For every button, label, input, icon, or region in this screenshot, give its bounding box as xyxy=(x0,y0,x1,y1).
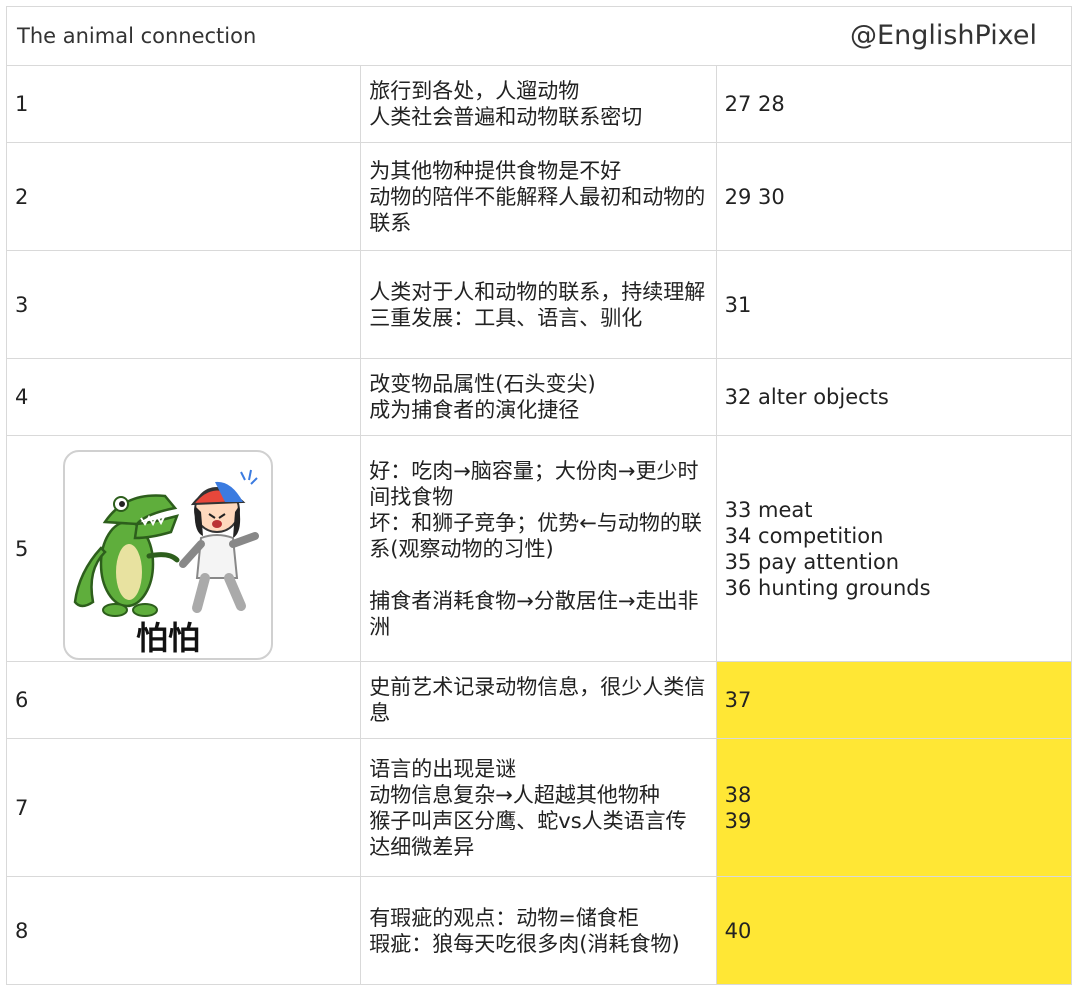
notes-cell: 为其他物种提供食物是不好 动物的陪伴不能解释人最初和动物的联系 xyxy=(360,142,717,251)
answers-cell-highlighted: 38 39 xyxy=(715,738,1073,877)
notes-sheet: The animal connection @EnglishPixel 1 旅行… xyxy=(5,6,1073,985)
answer-line: 34 competition xyxy=(724,523,884,548)
note-line: 旅行到各处，人遛动物 xyxy=(369,79,580,103)
row-number: 3 xyxy=(5,250,362,359)
note-line: 人类社会普遍和动物联系密切 xyxy=(369,105,643,129)
table-row: 6 史前艺术记录动物信息，很少人类信息 37 xyxy=(5,661,1073,739)
note-line: 好：吃肉→脑容量；大份肉→更少时间找食物 xyxy=(369,458,699,509)
crocodile-sticker-icon: 怕怕 xyxy=(63,450,273,660)
author-handle: @EnglishPixel xyxy=(850,20,1037,51)
answer-line: 36 hunting grounds xyxy=(724,575,931,600)
notes-cell: 旅行到各处，人遛动物 人类社会普遍和动物联系密切 xyxy=(360,65,717,143)
row-number: 2 xyxy=(5,142,362,251)
answer-line: 32 alter objects xyxy=(724,385,889,409)
answer-line: 33 meat xyxy=(724,497,813,522)
note-line: 瑕疵：狼每天吃很多肉(消耗食物) xyxy=(369,931,680,956)
answer-line: 37 xyxy=(724,688,752,712)
note-line: 人类对于人和动物的联系，持续理解 xyxy=(369,279,706,304)
title-cell: The animal connection @EnglishPixel xyxy=(6,6,1072,66)
notes-cell: 语言的出现是谜 动物信息复杂→人超越其他物种 猴子叫声区分鹰、蛇vs人类语言传达… xyxy=(360,738,717,877)
answers-cell: 33 meat 34 competition 35 pay attention … xyxy=(715,435,1073,662)
note-line: 坏：和狮子竞争；优势←与动物的联系(观察动物的习性) xyxy=(369,510,702,561)
table-row: 8 有瑕疵的观点：动物=储食柜 瑕疵：狼每天吃很多肉(消耗食物) 40 xyxy=(5,876,1073,985)
note-line: 动物信息复杂→人超越其他物种 xyxy=(369,782,660,807)
answers-cell: 31 xyxy=(715,250,1073,359)
crocodile-icon xyxy=(73,494,180,617)
note-line: 猴子叫声区分鹰、蛇vs人类语言传达细微差异 xyxy=(369,808,687,859)
note-line: 动物的陪伴不能解释人最初和动物的联系 xyxy=(369,184,706,235)
answers-cell: 27 28 xyxy=(715,65,1073,143)
answers-cell: 32 alter objects xyxy=(715,358,1073,436)
notes-cell: 有瑕疵的观点：动物=储食柜 瑕疵：狼每天吃很多肉(消耗食物) xyxy=(360,876,717,985)
table-row: 2 为其他物种提供食物是不好 动物的陪伴不能解释人最初和动物的联系 29 30 xyxy=(5,142,1073,251)
table-row: 4 改变物品属性(石头变尖) 成为捕食者的演化捷径 32 alter objec… xyxy=(5,358,1073,436)
notes-table: The animal connection @EnglishPixel 1 旅行… xyxy=(5,6,1073,985)
note-line: 为其他物种提供食物是不好 xyxy=(369,158,622,183)
row-number: 8 xyxy=(5,876,362,985)
notes-cell: 人类对于人和动物的联系，持续理解 三重发展：工具、语言、驯化 xyxy=(360,250,717,359)
answer-line: 35 pay attention xyxy=(724,549,900,574)
notes-cell: 好：吃肉→脑容量；大份肉→更少时间找食物 坏：和狮子竞争；优势←与动物的联系(观… xyxy=(360,435,717,662)
row-number: 4 xyxy=(5,358,362,436)
sticker-caption: 怕怕 xyxy=(135,619,200,657)
table-row: 3 人类对于人和动物的联系，持续理解 三重发展：工具、语言、驯化 31 xyxy=(5,250,1073,359)
note-line: 史前艺术记录动物信息，很少人类信息 xyxy=(369,675,706,725)
row-number: 5 xyxy=(15,536,29,561)
row-number: 6 xyxy=(5,661,362,739)
row-number: 7 xyxy=(5,738,362,877)
answers-cell-highlighted: 37 xyxy=(715,661,1073,739)
row-number-with-sticker: 5 怕怕 xyxy=(5,435,362,662)
sticker-illustration xyxy=(73,469,259,617)
row-number: 1 xyxy=(5,65,362,143)
note-line: 三重发展：工具、语言、驯化 xyxy=(369,305,643,330)
note-line: 语言的出现是谜 xyxy=(369,756,517,781)
answer-line: 40 xyxy=(724,918,752,943)
table-row: 7 语言的出现是谜 动物信息复杂→人超越其他物种 猴子叫声区分鹰、蛇vs人类语言… xyxy=(5,738,1073,877)
table-row: 1 旅行到各处，人遛动物 人类社会普遍和动物联系密切 27 28 xyxy=(5,65,1073,143)
answer-line: 38 xyxy=(724,782,752,807)
note-line: 改变物品属性(石头变尖) xyxy=(369,372,596,396)
answers-cell-highlighted: 40 xyxy=(715,876,1073,985)
note-line: 有瑕疵的观点：动物=储食柜 xyxy=(369,905,639,930)
scared-kid-icon xyxy=(179,469,259,613)
table-row: 5 怕怕 好：吃肉→脑容量；大份肉→更少时间找食物 坏：和狮子竞争；优势←与动物… xyxy=(5,435,1073,662)
answers-cell: 29 30 xyxy=(715,142,1073,251)
notes-cell: 史前艺术记录动物信息，很少人类信息 xyxy=(360,661,717,739)
note-line: 成为捕食者的演化捷径 xyxy=(369,398,580,422)
answer-line: 29 30 xyxy=(724,184,785,209)
sheet-title: The animal connection xyxy=(17,24,257,48)
notes-cell: 改变物品属性(石头变尖) 成为捕食者的演化捷径 xyxy=(360,358,717,436)
answer-line: 39 xyxy=(724,808,752,833)
answer-line: 27 28 xyxy=(724,92,785,116)
note-line: 捕食者消耗食物→分散居住→走出非洲 xyxy=(369,588,699,639)
note-gap xyxy=(369,562,707,588)
answer-line: 31 xyxy=(724,292,752,317)
title-row: The animal connection @EnglishPixel xyxy=(6,6,1072,66)
